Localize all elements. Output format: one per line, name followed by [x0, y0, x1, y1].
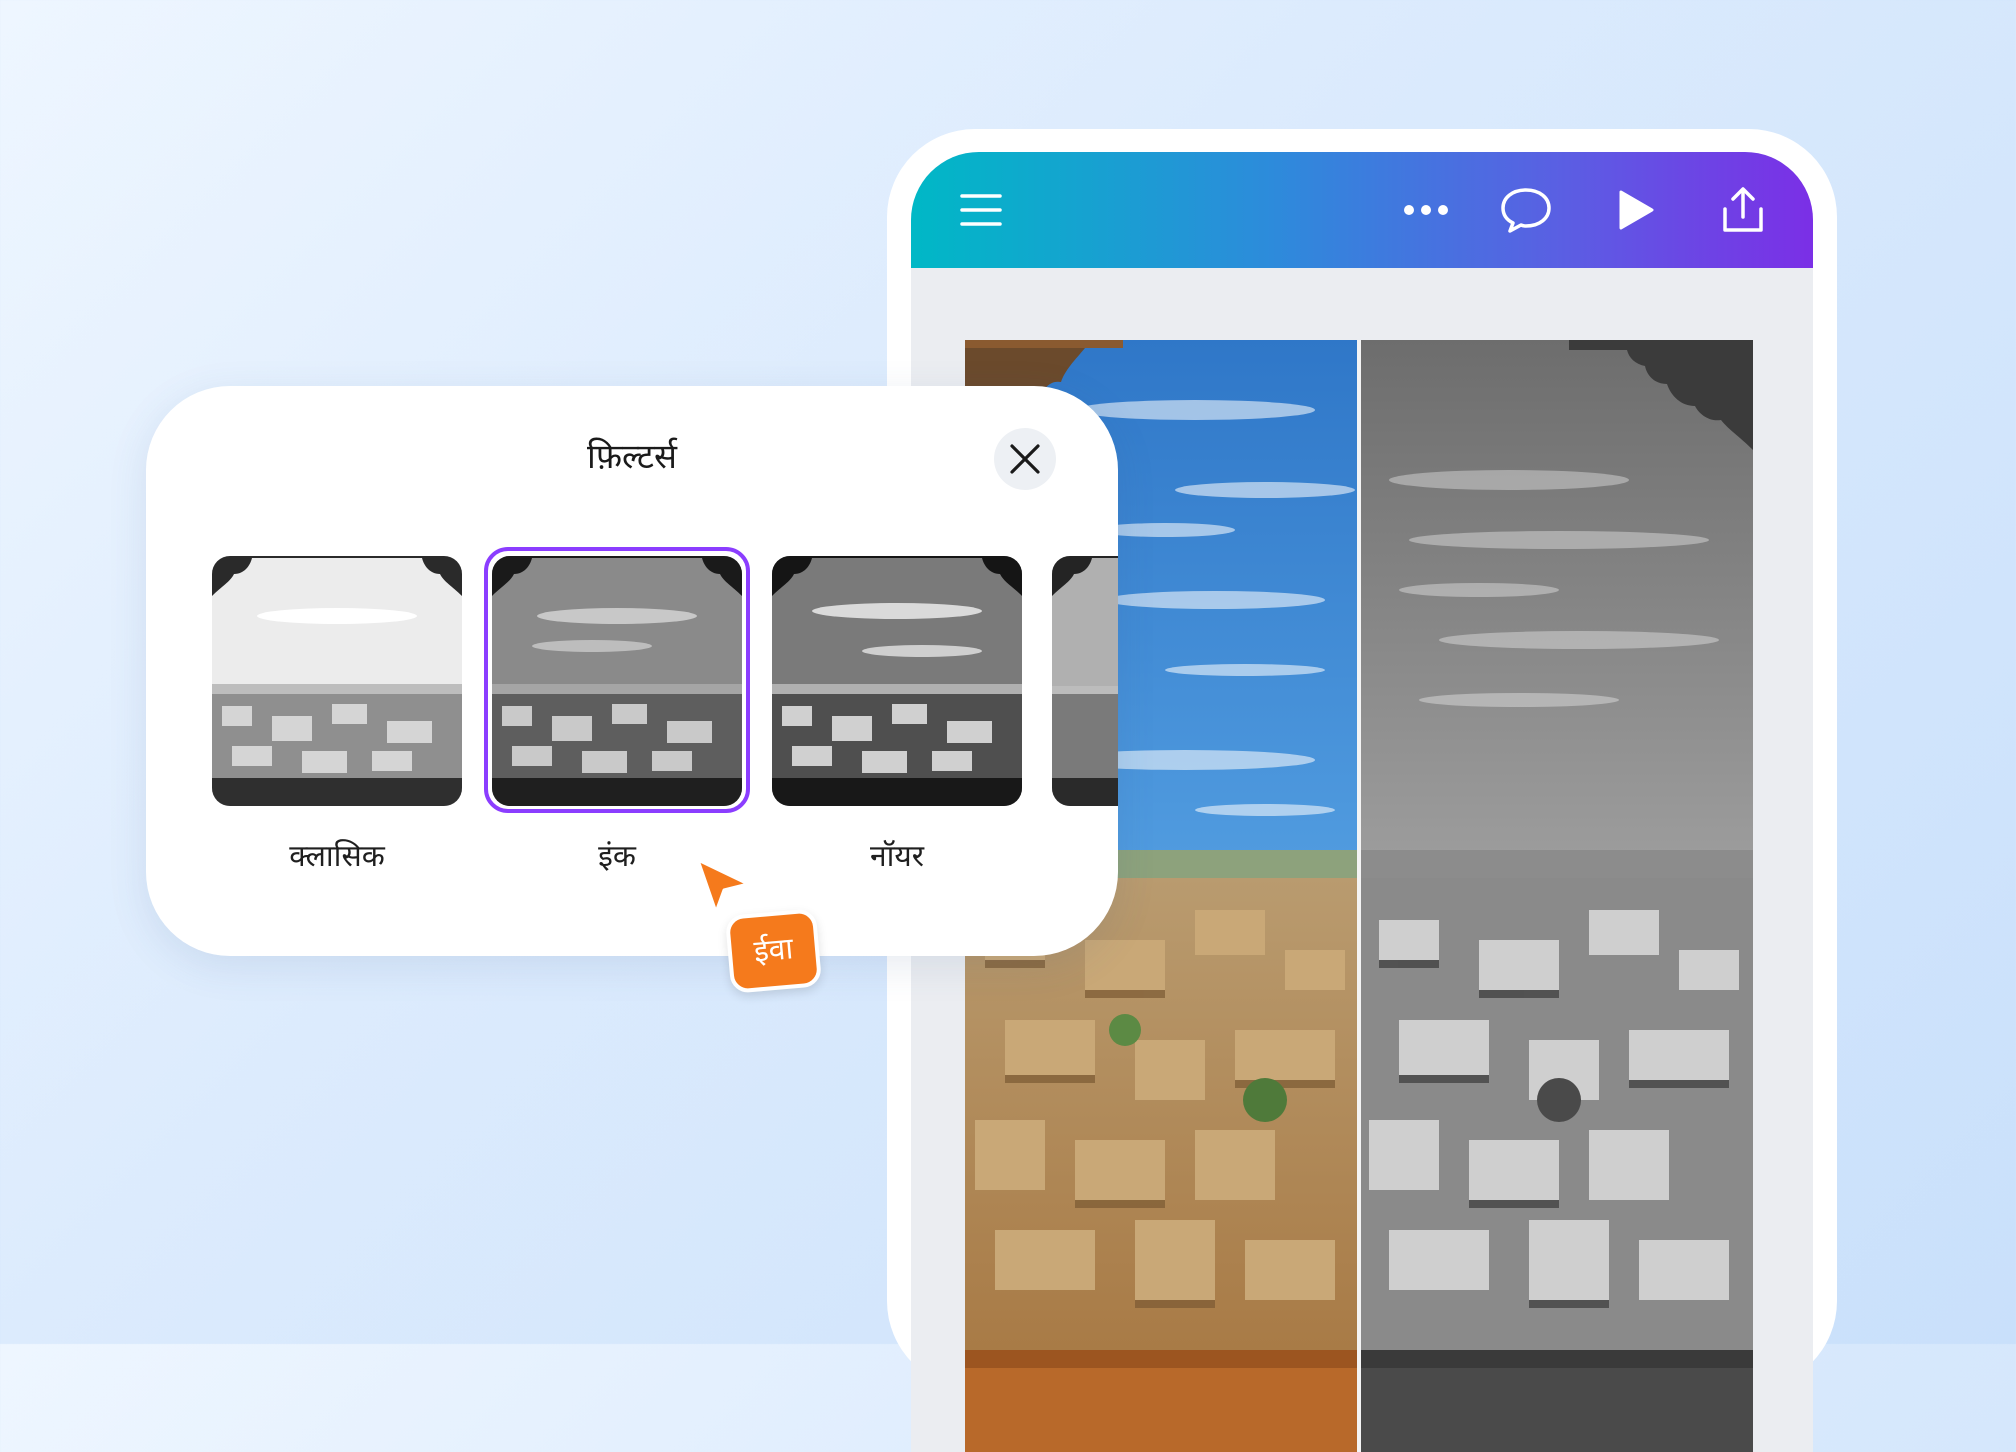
- filter-label-classic: क्लासिक: [289, 839, 385, 874]
- comment-icon[interactable]: [1491, 152, 1561, 268]
- panel-title: फ़िल्टर्स: [587, 437, 677, 477]
- editor-toolbar: [911, 152, 1813, 268]
- play-icon[interactable]: [1601, 152, 1671, 268]
- filter-thumbnail-noir[interactable]: [772, 556, 1022, 806]
- filters-panel: फ़िल्टर्स क्लासिक इंक नॉयर: [146, 386, 1118, 956]
- filter-thumbnail-ink[interactable]: [492, 556, 742, 806]
- collaborator-name-tag: ईवा: [724, 908, 823, 994]
- menu-icon[interactable]: [951, 152, 1011, 268]
- more-icon[interactable]: [1391, 152, 1461, 268]
- comparison-divider[interactable]: [1357, 340, 1361, 1452]
- share-icon[interactable]: [1703, 152, 1783, 268]
- collaborator-cursor-icon: [694, 856, 754, 920]
- close-button[interactable]: [994, 428, 1056, 490]
- filter-label-noir: नॉयर: [869, 839, 925, 874]
- close-icon: [1010, 444, 1040, 474]
- filtered-photo: [1359, 340, 1753, 1452]
- filter-thumbnail-partial[interactable]: [1052, 556, 1118, 806]
- filter-thumbnail-classic[interactable]: [212, 556, 462, 806]
